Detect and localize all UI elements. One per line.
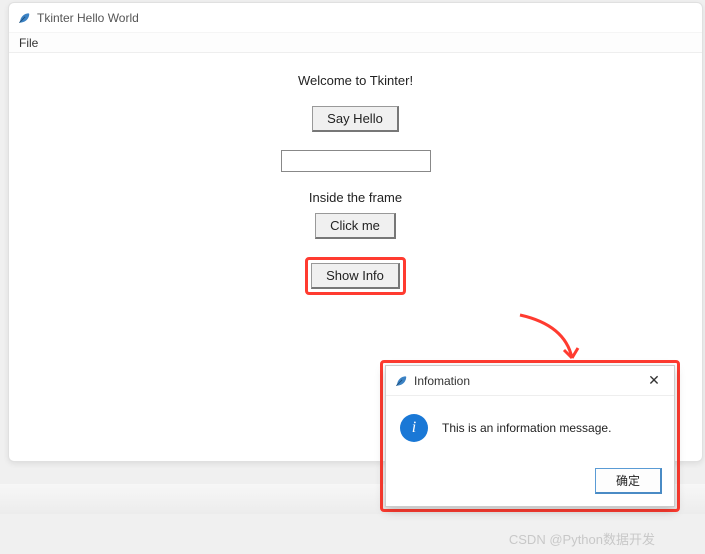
highlight-dialog: Infomation ✕ i This is an information me… [380,360,680,512]
dialog-titlebar: Infomation ✕ [386,366,674,396]
info-dialog: Infomation ✕ i This is an information me… [385,365,675,507]
dialog-feather-icon [394,374,408,388]
content-area: Welcome to Tkinter! Say Hello Inside the… [9,53,702,295]
menu-file[interactable]: File [13,34,44,52]
ok-button[interactable]: 确定 [595,468,662,494]
menubar: File [9,33,702,53]
click-me-button[interactable]: Click me [315,213,396,239]
watermark: CSDN @Python数据开发 [509,529,655,548]
close-icon[interactable]: ✕ [642,372,666,389]
highlight-show-info: Show Info [305,257,406,295]
dialog-message: This is an information message. [442,421,611,435]
info-icon: i [400,414,428,442]
say-hello-button[interactable]: Say Hello [312,106,399,132]
show-info-button[interactable]: Show Info [311,263,400,289]
welcome-label: Welcome to Tkinter! [298,73,413,88]
dialog-body: i This is an information message. [386,396,674,460]
app-feather-icon [17,11,31,25]
titlebar: Tkinter Hello World [9,3,702,33]
window-title: Tkinter Hello World [37,11,139,25]
dialog-title: Infomation [414,374,642,388]
text-entry[interactable] [281,150,431,172]
dialog-footer: 确定 [386,460,674,506]
frame-label: Inside the frame [309,190,402,205]
